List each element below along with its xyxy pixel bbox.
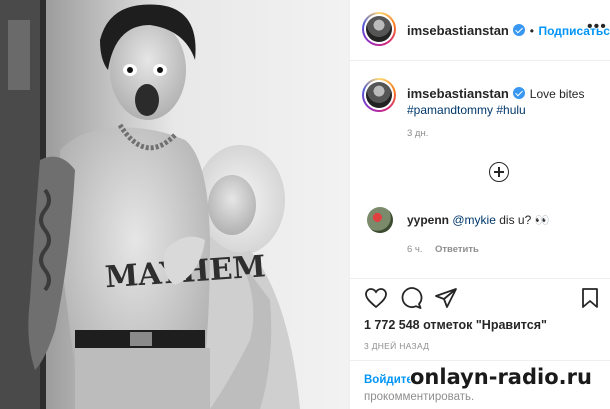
author-avatar[interactable] bbox=[362, 12, 396, 46]
caption-username[interactable]: imsebastianstan bbox=[407, 86, 509, 101]
caption-time: 3 дн. bbox=[407, 128, 429, 139]
watermark-text: onlayn-radio.ru bbox=[410, 365, 592, 389]
comment-emoji: 👀 bbox=[534, 213, 550, 227]
comment-username[interactable]: yypenn bbox=[407, 213, 449, 227]
author-username[interactable]: imsebastianstan bbox=[407, 23, 509, 38]
heart-icon[interactable] bbox=[364, 287, 388, 309]
comment-mention[interactable]: @mykie bbox=[452, 213, 496, 227]
commenter-avatar[interactable] bbox=[367, 207, 393, 233]
more-options-icon[interactable]: ••• bbox=[587, 18, 607, 36]
verified-badge-icon bbox=[513, 24, 526, 36]
login-link[interactable]: Войдите bbox=[364, 374, 413, 386]
caption-text: Love bites bbox=[529, 87, 585, 101]
post-photo[interactable]: MAYHEM bbox=[0, 0, 349, 409]
share-icon[interactable] bbox=[434, 287, 458, 309]
actions-divider bbox=[350, 278, 610, 279]
login-prompt: прокомментировать. bbox=[364, 391, 475, 403]
comment-time: 6 ч. bbox=[407, 244, 423, 255]
comment-icon[interactable] bbox=[399, 287, 423, 309]
login-divider bbox=[350, 360, 610, 361]
comment-text: dis u? bbox=[499, 213, 532, 227]
bookmark-icon[interactable] bbox=[580, 287, 600, 309]
load-more-comments-icon[interactable] bbox=[489, 162, 509, 182]
header-divider bbox=[350, 60, 610, 61]
post-photo-image: MAYHEM bbox=[0, 0, 349, 409]
caption-avatar[interactable] bbox=[362, 78, 396, 112]
reply-button[interactable]: Ответить bbox=[435, 244, 479, 255]
post-date: 3 ДНЕЙ НАЗАД bbox=[364, 341, 430, 351]
likes-count[interactable]: 1 772 548 отметок "Нравится" bbox=[364, 318, 547, 332]
caption-verified-icon bbox=[513, 87, 526, 99]
post-sidebar: imsebastianstan • Подписаться ••• imseba… bbox=[349, 0, 610, 409]
caption-hashtags[interactable]: #pamandtommy #hulu bbox=[407, 103, 526, 117]
